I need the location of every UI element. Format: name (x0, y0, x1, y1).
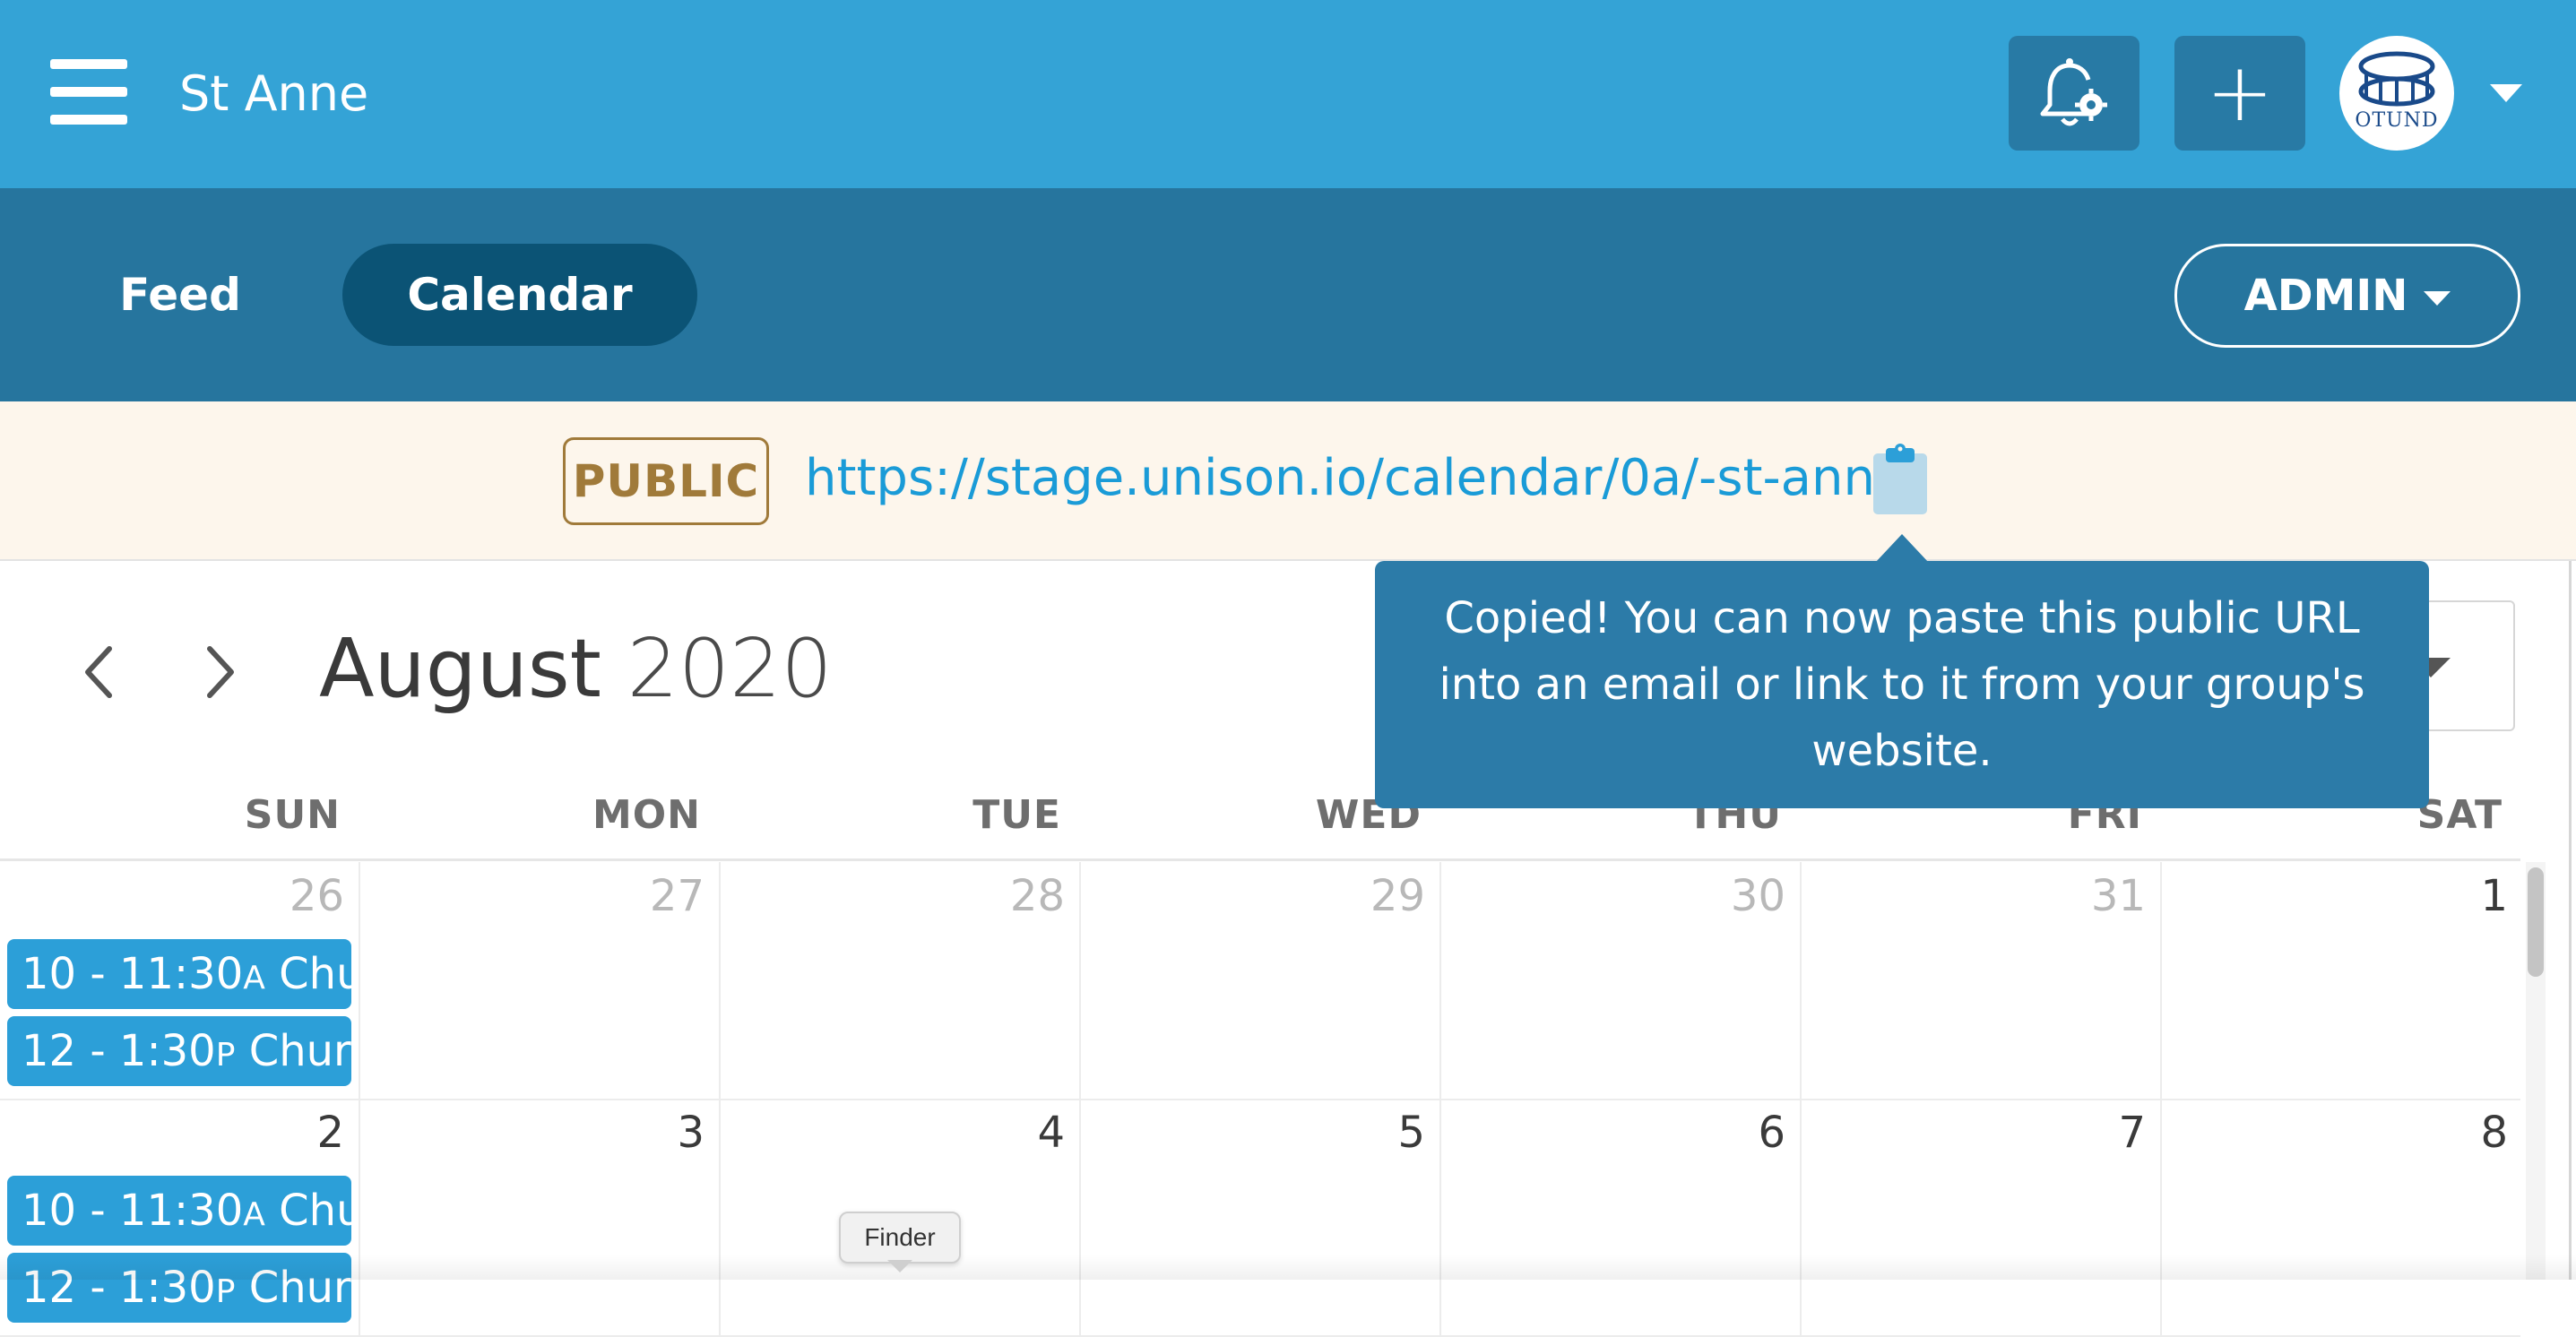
year: 2020 (627, 622, 833, 716)
add-button[interactable]: + (2174, 36, 2305, 151)
caret-down-icon (2424, 291, 2451, 306)
month-name: August (319, 622, 601, 716)
day-cell[interactable]: 3 (360, 1099, 721, 1335)
page-edge-divider (2569, 561, 2572, 1280)
plus-icon: + (2206, 46, 2274, 140)
month-title: August 2020 (319, 620, 833, 719)
day-number: 4 (1037, 1108, 1065, 1158)
bell-settings-icon (2040, 58, 2107, 126)
day-cell[interactable]: 2 10 - 11:30A Chur 12 - 1:30P Chur (0, 1099, 360, 1335)
clipboard-icon (1873, 444, 1927, 514)
day-number: 5 (1397, 1108, 1425, 1158)
day-cell[interactable]: 5 (1081, 1099, 1441, 1335)
rotunda-logo (2358, 51, 2435, 107)
scrollbar-thumb[interactable] (2528, 867, 2544, 977)
calendar-week: 26 10 - 11:30A Chur 12 - 1:30P Churc 27 … (0, 862, 2520, 1100)
finder-tooltip: Finder (839, 1212, 961, 1264)
day-number: 8 (2480, 1108, 2508, 1158)
calendar-week: 2 10 - 11:30A Chur 12 - 1:30P Chur 3 4 5… (0, 1099, 2520, 1337)
day-cell[interactable]: 1 (2162, 862, 2522, 1099)
day-number: 31 (2090, 871, 2146, 921)
avatar[interactable]: OTUND (2339, 36, 2454, 151)
copied-tooltip: Copied! You can now paste this public UR… (1375, 561, 2429, 808)
event-title: Churc (248, 1026, 351, 1076)
event-ampm: P (215, 1037, 236, 1074)
day-number: 7 (2118, 1108, 2146, 1158)
finder-tooltip-arrow (887, 1260, 912, 1272)
day-number: 28 (1009, 871, 1065, 921)
event-time: 10 - 11:30 (22, 1186, 244, 1236)
admin-label: ADMIN (2243, 271, 2408, 321)
day-number: 3 (677, 1108, 705, 1158)
event-title: Chur (279, 949, 351, 999)
tab-feed[interactable]: Feed (86, 244, 274, 346)
tab-calendar[interactable]: Calendar (342, 244, 697, 346)
day-number: 29 (1370, 871, 1425, 921)
public-url-link[interactable]: https://stage.unison.io/calendar/0a/-st-… (805, 446, 1906, 511)
dock-shadow (0, 1255, 2576, 1280)
public-badge: PUBLIC (563, 437, 769, 525)
top-bar: St Anne + OTUND (0, 0, 2576, 188)
day-cell[interactable]: 28 (721, 862, 1081, 1099)
event-chip[interactable]: 12 - 1:30P Churc (7, 1016, 351, 1086)
day-cell[interactable]: 30 (1441, 862, 1802, 1099)
day-cell[interactable]: 6 (1441, 1099, 1802, 1335)
weekday-tue: TUE (972, 792, 1061, 838)
event-ampm: A (243, 1196, 265, 1233)
day-cell[interactable]: 26 10 - 11:30A Chur 12 - 1:30P Churc (0, 862, 360, 1099)
previous-month-button[interactable] (72, 636, 125, 708)
day-cell[interactable]: 7 (1802, 1099, 2162, 1335)
day-number: 6 (1758, 1108, 1785, 1158)
event-ampm: A (243, 960, 265, 996)
chevron-right-icon (207, 646, 234, 698)
sub-navigation: Feed Calendar ADMIN (0, 188, 2576, 401)
avatar-label: OTUND (2355, 109, 2439, 132)
copy-url-button[interactable] (1871, 443, 1929, 516)
event-title: Chur (279, 1186, 351, 1236)
day-number: 30 (1730, 871, 1785, 921)
tooltip-arrow (1875, 534, 1929, 563)
menu-icon[interactable] (50, 59, 127, 125)
chevron-left-icon (85, 646, 112, 698)
day-number: 27 (649, 871, 705, 921)
day-number: 1 (2480, 871, 2508, 921)
day-cell[interactable]: 8 (2162, 1099, 2522, 1335)
event-chip[interactable]: 10 - 11:30A Chur (7, 1176, 351, 1246)
day-number: 26 (289, 871, 344, 921)
weekday-sun: SUN (244, 792, 341, 838)
day-cell[interactable]: 27 (360, 862, 721, 1099)
copied-tooltip-text: Copied! You can now paste this public UR… (1439, 593, 2365, 776)
admin-dropdown-button[interactable]: ADMIN (2174, 244, 2520, 348)
caret-down-icon[interactable] (2490, 84, 2522, 102)
day-cell[interactable]: 29 (1081, 862, 1441, 1099)
day-cell[interactable]: 31 (1802, 862, 2162, 1099)
group-title: St Anne (179, 65, 369, 122)
event-chip[interactable]: 10 - 11:30A Chur (7, 939, 351, 1009)
weekday-mon: MON (592, 792, 701, 838)
event-time: 12 - 1:30 (22, 1026, 216, 1076)
next-month-button[interactable] (194, 636, 247, 708)
event-time: 10 - 11:30 (22, 949, 244, 999)
day-number: 2 (316, 1108, 344, 1158)
notification-settings-button[interactable] (2009, 36, 2139, 151)
public-url-bar: PUBLIC https://stage.unison.io/calendar/… (0, 401, 2576, 561)
